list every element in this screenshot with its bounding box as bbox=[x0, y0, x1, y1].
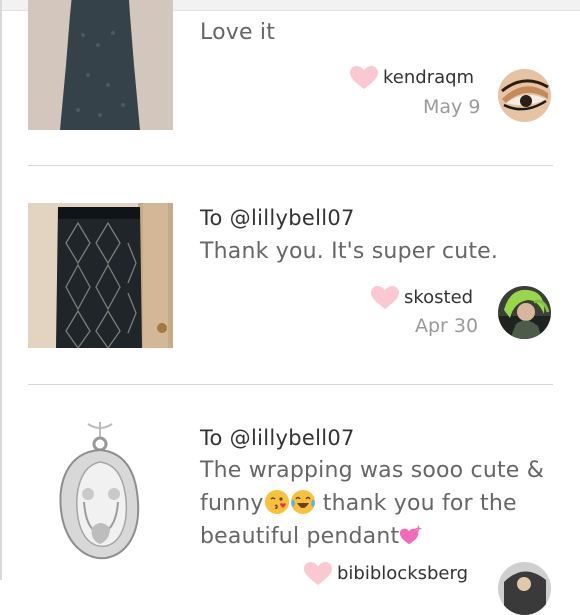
review-text: The wrapping was sooo cute & funny thank… bbox=[200, 454, 544, 553]
recipient-label[interactable]: To @lillybell07 bbox=[200, 206, 355, 230]
review-text-line: beautiful pendant bbox=[200, 520, 544, 553]
review-text-fragment: thank you for the bbox=[315, 491, 517, 516]
username-link[interactable]: bibiblocksberg bbox=[337, 563, 468, 584]
review-date: Apr 30 bbox=[415, 315, 479, 337]
eye-makeup-avatar[interactable] bbox=[498, 69, 551, 122]
username-link[interactable]: skosted bbox=[404, 287, 473, 308]
sparkling-heart-icon bbox=[400, 524, 423, 545]
tears-of-joy-icon bbox=[290, 490, 315, 514]
review-date: May 9 bbox=[423, 96, 481, 118]
silver-pendant-image[interactable] bbox=[28, 422, 173, 567]
left-edge bbox=[0, 0, 2, 580]
review-text: Thank you. It's super cute. bbox=[200, 239, 499, 264]
review-text-fragment: beautiful pendant bbox=[200, 524, 400, 549]
separator bbox=[28, 165, 553, 166]
heart-icon[interactable] bbox=[371, 286, 399, 310]
review-text-line: funny thank you for the bbox=[200, 487, 544, 520]
heart-icon[interactable] bbox=[304, 562, 332, 586]
pencil-skirt-image[interactable] bbox=[28, 203, 173, 348]
partial-avatar[interactable] bbox=[498, 562, 551, 615]
heart-icon[interactable] bbox=[350, 66, 378, 90]
separator bbox=[28, 384, 553, 385]
review-text-line: The wrapping was sooo cute & bbox=[200, 458, 545, 483]
username-link[interactable]: kendraqm bbox=[383, 67, 474, 88]
recipient-label[interactable]: To @lillybell07 bbox=[200, 426, 355, 450]
review-text-fragment: funny bbox=[200, 491, 264, 516]
green-hair-avatar[interactable] bbox=[498, 286, 551, 339]
kissing-face-icon bbox=[264, 490, 289, 514]
review-text: Love it bbox=[200, 20, 276, 45]
tank-dress-image[interactable] bbox=[28, 0, 173, 130]
